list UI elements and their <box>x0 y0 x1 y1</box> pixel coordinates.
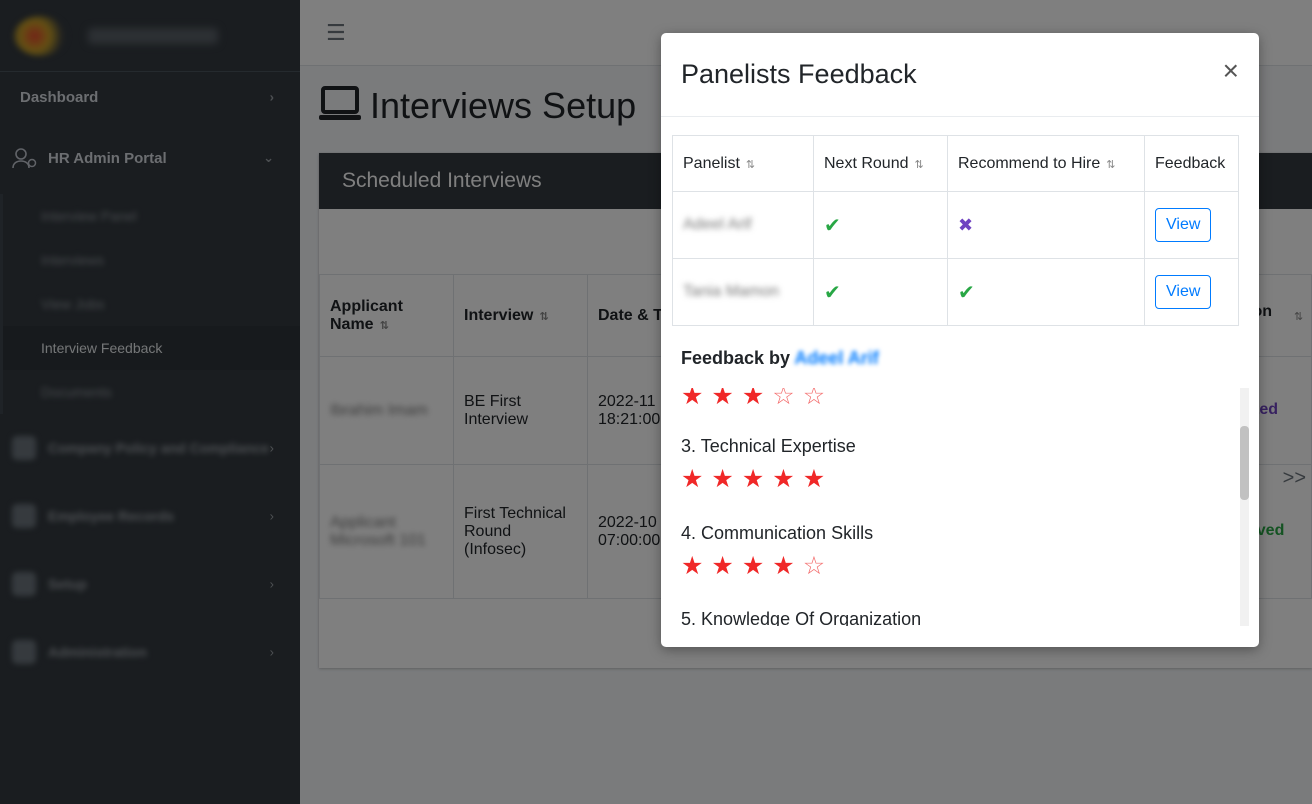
rating-item: 5. Knowledge Of Organization <box>661 609 921 626</box>
feedback-by-name[interactable]: Adeel Arif <box>794 348 878 368</box>
star-filled-icon: ★ <box>681 388 704 410</box>
view-feedback-button[interactable]: View <box>1155 275 1212 309</box>
star-rating: ★ ★ ★ ★ ★ <box>681 467 856 492</box>
check-icon: ✔ <box>824 214 841 237</box>
column-header-recommend[interactable]: Recommend to Hire ⇅ <box>947 135 1145 192</box>
star-filled-icon: ★ <box>741 388 765 410</box>
rating-label: 4. Communication Skills <box>681 523 874 543</box>
star-filled-icon: ★ <box>772 465 795 493</box>
star-rating: ★ ★ ★ ★ ☆ <box>681 554 873 579</box>
star-empty-icon: ☆ <box>802 552 826 580</box>
rating-label: 5. Knowledge Of Organization <box>681 609 922 626</box>
sort-icon[interactable]: ⇅ <box>746 159 755 171</box>
sort-icon[interactable]: ⇅ <box>1106 159 1115 171</box>
check-icon: ✔ <box>824 281 841 304</box>
table-row: Tania Mamon ✔ ✔ View <box>672 258 1239 326</box>
rating-item: ★ ★ ★ ☆ ☆ <box>661 388 825 409</box>
panelists-table: Panelist ⇅ Next Round ⇅ Recommend to Hire ⇅… <box>672 135 1239 326</box>
sort-icon[interactable]: ⇅ <box>915 159 924 171</box>
feedback-by-heading: Feedback by Adeel Arif <box>681 348 879 368</box>
table-row: Adeel Arif ✔ ✖ View <box>672 191 1239 259</box>
scrollbar-thumb[interactable] <box>1240 426 1249 500</box>
star-filled-icon: ★ <box>711 465 734 493</box>
star-filled-icon: ★ <box>711 388 734 410</box>
modal-title: Panelists Feedback <box>681 59 917 89</box>
star-filled-icon: ★ <box>681 465 704 493</box>
star-empty-icon: ☆ <box>802 388 826 410</box>
rating-label: 3. Technical Expertise <box>681 436 856 456</box>
close-icon[interactable]: × <box>1223 57 1239 85</box>
column-header-next-round[interactable]: Next Round ⇅ <box>813 135 948 192</box>
check-icon: ✔ <box>958 281 975 304</box>
view-feedback-button[interactable]: View <box>1155 208 1212 242</box>
ratings-scroll-area[interactable]: ★ ★ ★ ☆ ☆ 3. Technical Expertise ★ ★ ★ ★ ★ 4. Co… <box>661 388 1259 626</box>
star-filled-icon: ★ <box>681 552 704 580</box>
star-filled-icon: ★ <box>772 552 795 580</box>
star-filled-icon: ★ <box>741 552 765 580</box>
panelist-name: Adeel Arif <box>672 191 814 259</box>
panelist-name: Tania Mamon <box>672 258 814 326</box>
rating-item: 4. Communication Skills ★ ★ ★ ★ ☆ <box>661 523 873 579</box>
star-empty-icon: ☆ <box>772 388 795 410</box>
star-filled-icon: ★ <box>802 465 826 493</box>
scrollbar[interactable] <box>1240 388 1249 626</box>
star-filled-icon: ★ <box>741 465 765 493</box>
column-header-feedback: Feedback <box>1144 135 1239 192</box>
panelists-feedback-modal: Panelists Feedback × Panelist ⇅ Next Roun… <box>661 33 1259 647</box>
column-header-panelist[interactable]: Panelist ⇅ <box>672 135 814 192</box>
rating-item: 3. Technical Expertise ★ ★ ★ ★ ★ <box>661 436 856 492</box>
cross-icon: ✖ <box>958 214 974 235</box>
star-filled-icon: ★ <box>711 552 734 580</box>
modal-header: Panelists Feedback × <box>661 33 1259 117</box>
star-rating: ★ ★ ★ ☆ ☆ <box>681 388 825 409</box>
